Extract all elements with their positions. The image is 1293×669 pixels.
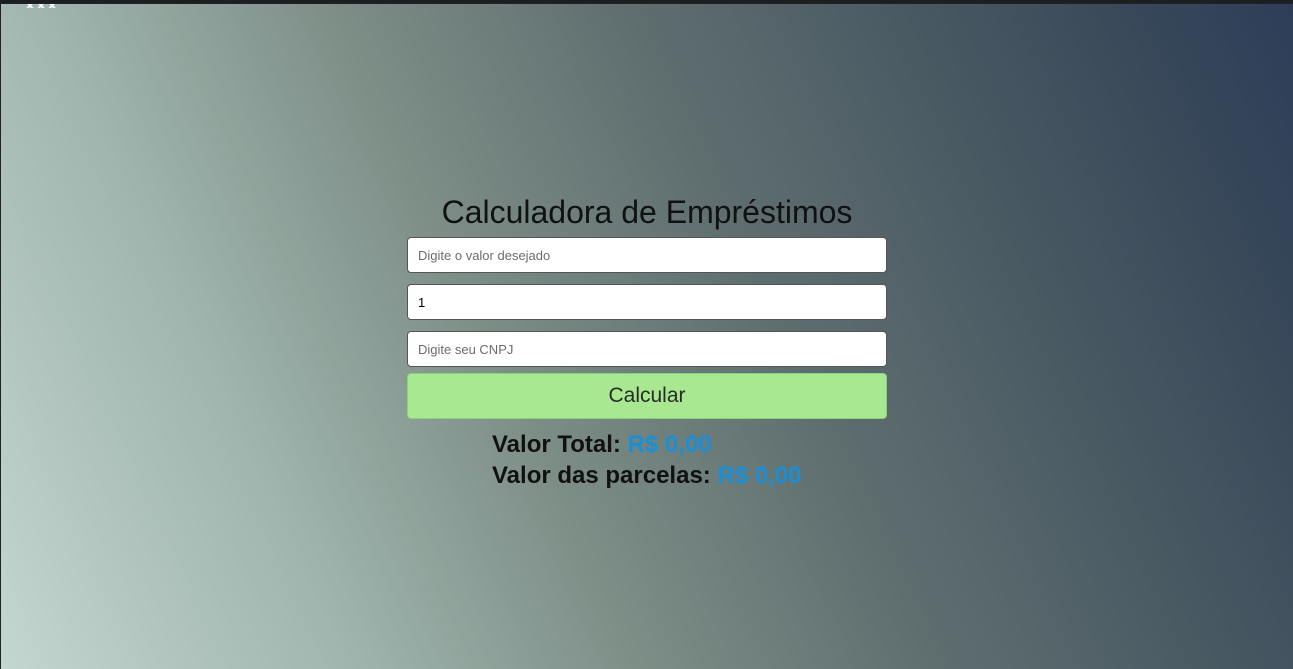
- installment-row: Valor das parcelas: R$ 0,00: [492, 460, 802, 491]
- cnpj-input[interactable]: [407, 331, 887, 367]
- installment-label: Valor das parcelas:: [492, 462, 711, 489]
- page-title: Calculadora de Empréstimos: [441, 194, 853, 230]
- loan-calculator: Calculadora de Empréstimos Calcular: [407, 192, 887, 419]
- logo-icon: ✕✕✕: [25, 4, 71, 8]
- installments-input[interactable]: [407, 284, 887, 320]
- total-label: Valor Total:: [492, 431, 621, 458]
- total-row: Valor Total: R$ 0,00: [492, 429, 802, 460]
- loan-value-input[interactable]: [407, 237, 887, 273]
- total-amount: R$ 0,00: [627, 431, 712, 458]
- results-panel: Valor Total: R$ 0,00 Valor das parcelas:…: [492, 429, 802, 491]
- calculate-button[interactable]: Calcular: [407, 373, 887, 419]
- installment-amount: R$ 0,00: [717, 462, 802, 489]
